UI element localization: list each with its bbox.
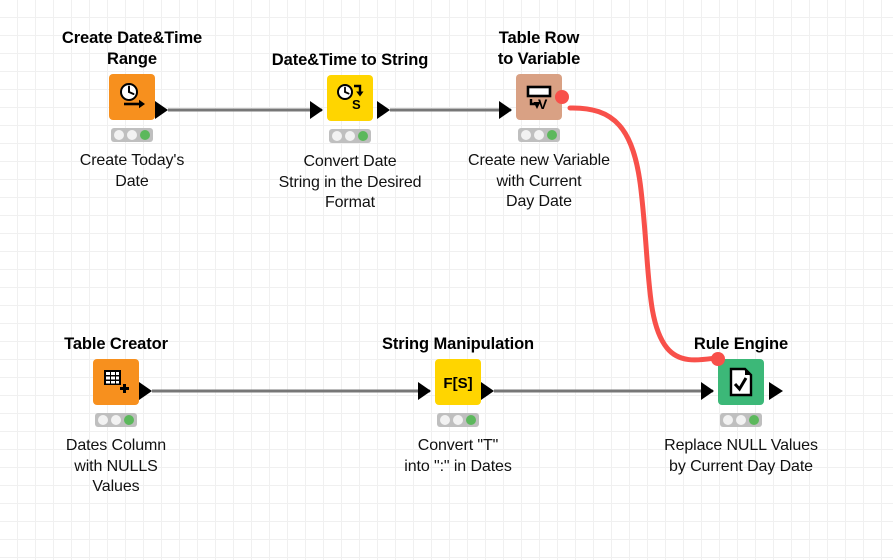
status-dot-executed [357,131,368,142]
svg-text:F[S]: F[S] [443,375,472,392]
status-dot-executed [465,415,476,426]
node-description: Create new Variable with Current Day Dat… [468,152,610,211]
node-icon-box[interactable]: S [327,75,373,122]
node-icon-box[interactable] [711,352,764,406]
node-table-creator[interactable]: Table Creator Dates Column with NULLS Va… [36,334,196,498]
svg-text:V: V [538,96,548,112]
document-check-icon [727,367,755,397]
node-status-bar [437,413,479,428]
table-plus-icon [101,367,131,397]
node-title: Date&Time to String [271,51,429,69]
clock-arrow-icon [116,81,148,113]
status-dot-executed [139,130,150,141]
node-date-time-to-string[interactable]: Date&Time to String S Convert Date Strin… [270,50,430,214]
status-dot-queued [533,130,544,141]
workflow-canvas[interactable]: Create Date&Time Range Create Today's Da… [0,0,893,560]
node-status-bar [720,413,762,428]
status-dot-executed [123,415,134,426]
status-dot-queued [735,415,746,426]
flow-variable-output-port[interactable] [555,90,569,105]
fs-function-icon: F[S] [441,370,475,394]
node-description: Create Today's Date [79,152,185,190]
node-icon-box[interactable] [93,359,139,406]
status-dot-idle [723,415,734,426]
node-status-bar [329,129,371,144]
node-description: Convert Date String in the Desired Forma… [278,153,422,212]
status-dot-queued [126,130,137,141]
node-description: Replace NULL Values by Current Day Date [664,437,818,475]
node-status-bar [111,128,153,143]
status-dot-queued [110,415,121,426]
node-string-manipulation[interactable]: String Manipulation F[S] Convert "T" int… [378,334,538,477]
node-description: Dates Column with NULLS Values [65,437,167,496]
node-icon-box[interactable]: F[S] [435,359,481,406]
node-table-row-to-variable[interactable]: Table Row to Variable V Create new Varia… [459,28,619,213]
status-dot-idle [332,131,343,142]
node-title: Rule Engine [693,335,789,353]
node-title: Create Date&Time Range [61,29,203,69]
node-icon-box[interactable] [109,74,155,121]
svg-text:S: S [352,97,361,112]
status-dot-queued [344,131,355,142]
status-dot-idle [440,415,451,426]
node-title: String Manipulation [381,335,535,353]
clock-to-string-icon: S [335,83,365,113]
table-row-to-variable-icon: V [524,82,554,112]
flow-variable-input-port[interactable] [711,352,725,367]
node-title: Table Creator [64,335,168,353]
status-dot-idle [521,130,532,141]
node-create-date-time-range[interactable]: Create Date&Time Range Create Today's Da… [52,28,212,192]
status-dot-executed [546,130,557,141]
node-rule-engine[interactable]: Rule Engine Replace NULL Values by Curre… [661,334,821,477]
node-description: Convert "T" into ":" in Dates [404,437,512,475]
status-dot-queued [452,415,463,426]
node-icon-box[interactable]: V [516,74,569,121]
status-dot-idle [114,130,125,141]
node-status-bar [95,413,137,428]
status-dot-idle [98,415,109,426]
node-status-bar [518,128,560,143]
status-dot-executed [748,415,759,426]
node-title: Table Row to Variable [497,29,581,69]
